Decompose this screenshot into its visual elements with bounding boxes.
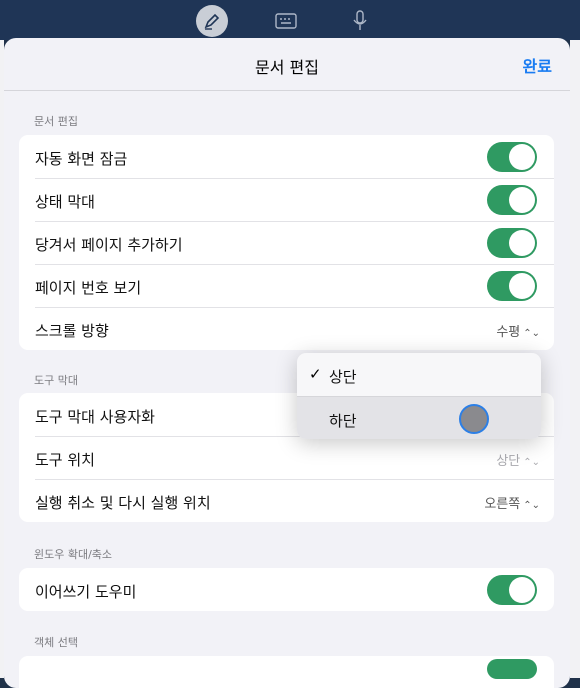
object-select-toggle[interactable]	[487, 659, 537, 679]
tool-position-label: 도구 위치	[35, 451, 95, 469]
chevron-updown-icon: ⌃⌄	[523, 457, 540, 468]
window-zoom-group: 이어쓰기 도우미	[19, 568, 554, 611]
status-bar-toggle[interactable]	[487, 185, 537, 215]
tool-position-value[interactable]: 상단 ⌃⌄	[496, 450, 540, 469]
continue-writing-label: 이어쓰기 도우미	[35, 583, 137, 601]
status-bar-row: 상태 막대	[19, 178, 554, 221]
section-header-window-zoom: 윈도우 확대/축소	[34, 548, 113, 561]
pull-add-page-toggle[interactable]	[487, 228, 537, 258]
undo-redo-position-value[interactable]: 오른쪽 ⌃⌄	[484, 493, 540, 512]
sheet-header: 문서 편집 완료	[4, 38, 570, 91]
scroll-direction-label: 스크롤 방향	[35, 322, 109, 340]
background-page	[570, 40, 580, 678]
page-number-toggle[interactable]	[487, 271, 537, 301]
continue-writing-row: 이어쓰기 도우미	[19, 568, 554, 611]
chevron-updown-icon: ⌃⌄	[523, 500, 540, 511]
section-header-toolbar: 도구 막대	[34, 374, 78, 387]
page-number-row: 페이지 번호 보기	[19, 264, 554, 307]
sheet-title: 문서 편집	[255, 58, 319, 77]
pen-icon[interactable]	[196, 5, 228, 37]
scroll-direction-row[interactable]: 스크롤 방향 수평 ⌃⌄	[19, 307, 554, 350]
checkmark-icon: ✓	[309, 365, 322, 383]
object-select-group	[19, 656, 554, 688]
pull-add-page-row: 당겨서 페이지 추가하기	[19, 221, 554, 264]
top-toolbar	[0, 0, 580, 40]
section-header-document-edit: 문서 편집	[34, 115, 78, 128]
microphone-icon[interactable]	[344, 5, 376, 37]
menu-item-bottom[interactable]: 하단	[297, 396, 541, 439]
menu-item-top[interactable]: ✓ 상단	[297, 353, 541, 396]
undo-redo-position-label: 실행 취소 및 다시 실행 위치	[35, 494, 211, 512]
pointer-cursor-icon	[459, 404, 489, 434]
pull-add-page-label: 당겨서 페이지 추가하기	[35, 236, 183, 254]
auto-lock-row: 자동 화면 잠금	[19, 135, 554, 178]
done-button[interactable]: 완료	[523, 53, 552, 77]
status-bar-label: 상태 막대	[35, 193, 95, 211]
document-edit-group: 자동 화면 잠금 상태 막대 당겨서 페이지 추가하기 페이지 번호 보기 스크…	[19, 135, 554, 350]
continue-writing-toggle[interactable]	[487, 575, 537, 605]
keyboard-icon[interactable]	[270, 5, 302, 37]
tool-position-menu: ✓ 상단 하단	[297, 353, 541, 439]
tool-position-row[interactable]: 도구 위치 상단 ⌃⌄	[19, 436, 554, 479]
undo-redo-position-row[interactable]: 실행 취소 및 다시 실행 위치 오른쪽 ⌃⌄	[19, 479, 554, 522]
auto-lock-label: 자동 화면 잠금	[35, 150, 128, 168]
menu-item-label: 하단	[329, 412, 357, 430]
menu-item-label: 상단	[329, 368, 357, 386]
customize-toolbar-label: 도구 막대 사용자화	[35, 408, 155, 426]
auto-lock-toggle[interactable]	[487, 142, 537, 172]
chevron-updown-icon: ⌃⌄	[523, 328, 540, 339]
page-number-label: 페이지 번호 보기	[35, 279, 142, 297]
section-header-object-select: 객체 선택	[34, 636, 78, 649]
scroll-direction-value[interactable]: 수평 ⌃⌄	[496, 321, 540, 340]
